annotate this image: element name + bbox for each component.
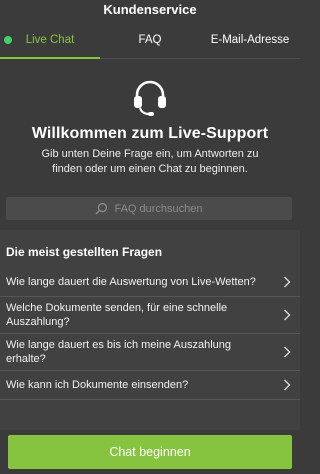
faq-item[interactable]: Welche Dokumente senden, für eine schnel… bbox=[0, 297, 300, 334]
tab-live-chat[interactable]: Live Chat bbox=[0, 22, 100, 59]
tab-email[interactable]: E-Mail-Adresse bbox=[200, 22, 300, 58]
chevron-right-icon bbox=[284, 379, 291, 391]
tab-faq-label: FAQ bbox=[138, 34, 162, 46]
chevron-right-icon bbox=[284, 309, 291, 321]
tab-live-chat-label: Live Chat bbox=[25, 34, 75, 46]
faq-item[interactable]: Wie lange dauert die Auswertung von Live… bbox=[0, 268, 300, 297]
tab-bar: Live Chat FAQ E-Mail-Adresse bbox=[0, 22, 300, 59]
headset-icon bbox=[134, 80, 166, 116]
faq-panel: Die meist gestellten Fragen Wie lange da… bbox=[0, 230, 300, 430]
faq-heading: Die meist gestellten Fragen bbox=[6, 245, 163, 259]
tab-faq[interactable]: FAQ bbox=[100, 22, 200, 58]
faq-question: Wie lange dauert es bis ich meine Auszah… bbox=[6, 339, 232, 365]
faq-list: Wie lange dauert die Auswertung von Live… bbox=[0, 268, 300, 400]
page-title: Kundenservice bbox=[0, 0, 300, 22]
tab-email-label: E-Mail-Adresse bbox=[210, 34, 290, 46]
faq-question: Wie lange dauert die Auswertung von Live… bbox=[6, 276, 256, 288]
hero-subtitle: Gib unten Deine Frage ein, um Antworten … bbox=[41, 148, 259, 175]
online-status-dot bbox=[4, 36, 12, 44]
faq-question: Welche Dokumente senden, für eine schnel… bbox=[6, 302, 228, 328]
search-placeholder: FAQ durchsuchen bbox=[114, 202, 203, 215]
search-input[interactable]: FAQ durchsuchen bbox=[6, 197, 292, 220]
start-chat-button[interactable]: Chat beginnen bbox=[8, 435, 292, 469]
faq-item[interactable]: Wie lange dauert es bis ich meine Auszah… bbox=[0, 334, 300, 371]
chevron-right-icon bbox=[284, 346, 291, 358]
faq-question: Wie kann ich Dokumente einsenden? bbox=[6, 379, 189, 391]
hero-title: Willkommen zum Live-Support bbox=[31, 125, 269, 142]
search-icon bbox=[95, 202, 108, 215]
chevron-right-icon bbox=[284, 276, 291, 288]
support-hero: Willkommen zum Live-Support Gib unten De… bbox=[0, 59, 300, 220]
faq-item[interactable]: Wie kann ich Dokumente einsenden? bbox=[0, 371, 300, 400]
